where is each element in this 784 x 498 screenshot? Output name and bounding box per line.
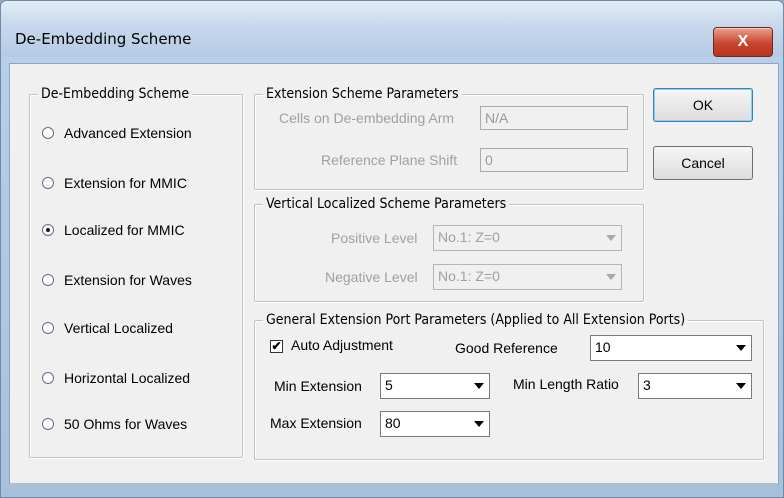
radio-label: Extension for Waves bbox=[64, 272, 192, 288]
chevron-down-icon bbox=[470, 375, 488, 397]
chevron-down-icon bbox=[732, 375, 750, 397]
min-length-ratio-value: 3 bbox=[643, 377, 651, 393]
ok-button[interactable]: OK bbox=[653, 88, 753, 122]
radio-extension-for-waves[interactable]: Extension for Waves bbox=[42, 270, 192, 290]
shift-field: 0 bbox=[480, 148, 628, 172]
radio-extension-for-mmic[interactable]: Extension for MMIC bbox=[42, 173, 187, 193]
window-title: De-Embedding Scheme bbox=[15, 30, 192, 48]
radio-label: Advanced Extension bbox=[64, 125, 192, 141]
cells-field: N/A bbox=[480, 106, 628, 130]
title-bar[interactable]: De-Embedding Scheme X bbox=[1, 1, 783, 57]
general-params-legend: General Extension Port Parameters (Appli… bbox=[263, 312, 689, 328]
radio-button-icon bbox=[42, 418, 54, 430]
negative-level-value: No.1: Z=0 bbox=[438, 268, 500, 284]
chevron-down-icon bbox=[602, 266, 620, 288]
radio-label: Vertical Localized bbox=[64, 320, 173, 336]
max-extension-label: Max Extension bbox=[270, 415, 362, 431]
dialog-window: De-Embedding Scheme X De-Embedding Schem… bbox=[0, 0, 784, 498]
shift-label: Reference Plane Shift bbox=[321, 152, 458, 168]
scheme-group-legend: De-Embedding Scheme bbox=[38, 86, 193, 102]
radio-50-ohms-for-waves[interactable]: 50 Ohms for Waves bbox=[42, 414, 187, 434]
window-bottom-border bbox=[9, 483, 777, 491]
positive-level-value: No.1: Z=0 bbox=[438, 229, 500, 245]
general-params-group: General Extension Port Parameters (Appli… bbox=[254, 312, 764, 460]
max-extension-value: 80 bbox=[385, 415, 401, 431]
min-length-ratio-label: Min Length Ratio bbox=[513, 376, 619, 392]
radio-label: 50 Ohms for Waves bbox=[64, 416, 188, 432]
radio-button-icon bbox=[42, 127, 54, 139]
vertical-params-group: Vertical Localized Scheme Parameters Pos… bbox=[254, 196, 644, 302]
scheme-group: De-Embedding Scheme Advanced Extension E… bbox=[29, 86, 243, 458]
radio-label: Localized for MMIC bbox=[64, 222, 185, 238]
radio-button-icon bbox=[42, 177, 54, 189]
dialog-body: De-Embedding Scheme Advanced Extension E… bbox=[9, 63, 779, 485]
positive-level-label: Positive Level bbox=[331, 230, 418, 246]
good-reference-value: 10 bbox=[595, 339, 611, 355]
chevron-down-icon bbox=[732, 337, 750, 359]
radio-button-icon bbox=[42, 372, 54, 384]
auto-adjustment-label: Auto Adjustment bbox=[291, 337, 393, 353]
radio-advanced-extension[interactable]: Advanced Extension bbox=[42, 123, 192, 143]
positive-level-select: No.1: Z=0 bbox=[433, 225, 622, 251]
good-reference-label: Good Reference bbox=[455, 340, 558, 356]
radio-button-checked-icon bbox=[42, 224, 54, 236]
radio-localized-for-mmic[interactable]: Localized for MMIC bbox=[42, 220, 185, 240]
cells-label: Cells on De-embedding Arm bbox=[279, 110, 455, 126]
close-icon: X bbox=[737, 33, 749, 50]
radio-vertical-localized[interactable]: Vertical Localized bbox=[42, 318, 173, 338]
radio-label: Extension for MMIC bbox=[64, 175, 187, 191]
max-extension-select[interactable]: 80 bbox=[380, 411, 490, 437]
min-extension-value: 5 bbox=[385, 377, 393, 393]
chevron-down-icon bbox=[470, 413, 488, 435]
chevron-down-icon bbox=[602, 227, 620, 249]
negative-level-select: No.1: Z=0 bbox=[433, 264, 622, 290]
radio-button-icon bbox=[42, 274, 54, 286]
radio-label: Horizontal Localized bbox=[64, 370, 191, 386]
extension-params-group: Extension Scheme Parameters Cells on De-… bbox=[254, 86, 644, 190]
negative-level-label: Negative Level bbox=[325, 269, 418, 285]
min-extension-label: Min Extension bbox=[274, 378, 362, 394]
min-length-ratio-select[interactable]: 3 bbox=[638, 373, 752, 399]
auto-adjustment-checkbox[interactable]: ✔ bbox=[270, 340, 283, 353]
close-button[interactable]: X bbox=[713, 27, 773, 57]
extension-params-legend: Extension Scheme Parameters bbox=[263, 86, 462, 102]
good-reference-select[interactable]: 10 bbox=[590, 335, 752, 361]
cancel-button[interactable]: Cancel bbox=[653, 146, 753, 180]
radio-button-icon bbox=[42, 322, 54, 334]
radio-horizontal-localized[interactable]: Horizontal Localized bbox=[42, 368, 190, 388]
min-extension-select[interactable]: 5 bbox=[380, 373, 490, 399]
vertical-params-legend: Vertical Localized Scheme Parameters bbox=[263, 196, 510, 212]
